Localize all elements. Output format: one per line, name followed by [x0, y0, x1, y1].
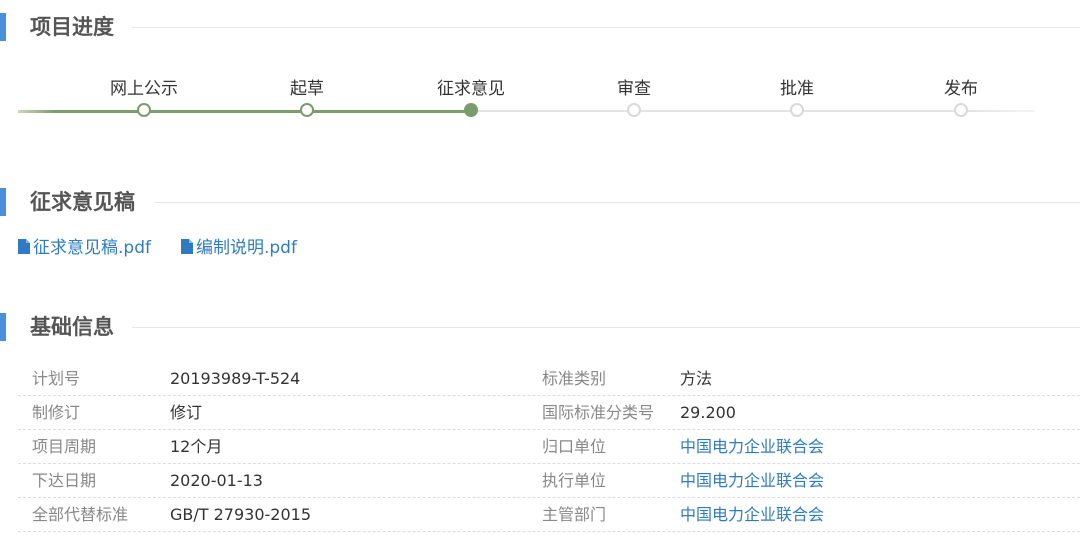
info-field-value: 方法: [680, 369, 713, 388]
progress-step: 审查: [574, 68, 694, 128]
info-row: 下达日期 2020-01-13 执行单位 中国电力企业联合会: [18, 464, 1080, 498]
section-divider: [132, 27, 1080, 28]
info-field-value: 2020-01-13: [170, 471, 263, 490]
progress-tracker: 网上公示 起草 征求意见 审查 批准 发布: [0, 68, 1080, 128]
file-name: 编制说明.pdf: [195, 238, 297, 258]
info-field-label: 制修订: [32, 403, 81, 422]
info-field-label: 下达日期: [32, 471, 97, 490]
progress-step-label: 发布: [944, 79, 978, 99]
info-field-label: 标准类别: [542, 369, 607, 388]
file-link[interactable]: 征求意见稿.pdf: [18, 236, 151, 260]
progress-step: 起草: [247, 68, 367, 128]
section-header-draft: 征求意见稿: [0, 187, 1080, 217]
info-field-label: 计划号: [32, 369, 81, 388]
info-field-link[interactable]: 中国电力企业联合会: [680, 498, 824, 531]
info-field-label: 主管部门: [542, 505, 607, 524]
section-accent-bar: [0, 313, 6, 341]
progress-step-label: 批准: [780, 79, 814, 99]
progress-step: 网上公示: [84, 68, 204, 128]
info-field-label: 全部代替标准: [32, 505, 129, 524]
info-row: 计划号 20193989-T-524 标准类别 方法: [18, 362, 1080, 396]
file-icon: [180, 239, 193, 254]
section-title-progress: 项目进度: [30, 15, 114, 39]
progress-step: 批准: [737, 68, 857, 128]
info-field-label: 归口单位: [542, 437, 607, 456]
basic-info-table: 计划号 20193989-T-524 标准类别 方法制修订 修订 国际标准分类号 29.20…: [18, 362, 1080, 532]
info-field-link[interactable]: 中国电力企业联合会: [680, 430, 824, 463]
section-header-progress: 项目进度: [0, 12, 1080, 42]
file-icon: [18, 239, 30, 254]
progress-step-label: 网上公示: [110, 79, 178, 99]
progress-step-label: 审查: [617, 79, 651, 99]
progress-step-dot: [137, 103, 151, 117]
progress-step: 征求意见: [411, 68, 531, 128]
progress-step-label: 起草: [290, 79, 324, 99]
info-field-label: 执行单位: [542, 471, 607, 490]
info-row: 项目周期 12个月 归口单位 中国电力企业联合会: [18, 430, 1080, 464]
progress-step-label: 征求意见: [437, 79, 505, 99]
info-field-value: 20193989-T-524: [170, 369, 301, 388]
section-title-draft: 征求意见稿: [30, 190, 135, 214]
info-field-value: 29.200: [680, 403, 736, 422]
section-header-basic: 基础信息: [0, 312, 1080, 342]
info-field-link[interactable]: 中国电力企业联合会: [680, 464, 824, 497]
section-accent-bar: [0, 13, 6, 41]
info-row: 全部代替标准 GB/T 27930-2015 主管部门 中国电力企业联合会: [18, 498, 1080, 532]
info-field-label: 国际标准分类号: [542, 403, 655, 422]
info-row: 制修订 修订 国际标准分类号 29.200: [18, 396, 1080, 430]
section-accent-bar: [0, 188, 6, 216]
progress-step-dot: [627, 103, 641, 117]
info-field-label: 项目周期: [32, 437, 97, 456]
file-list: 征求意见稿.pdf 编制说明.pdf: [18, 236, 327, 260]
info-field-value: 修订: [170, 403, 203, 422]
progress-step: 发布: [901, 68, 1021, 128]
section-divider: [155, 202, 1080, 203]
file-link[interactable]: 编制说明.pdf: [180, 236, 297, 260]
section-title-basic: 基础信息: [30, 315, 114, 339]
file-name: 征求意见稿.pdf: [33, 238, 151, 258]
progress-step-dot: [790, 103, 804, 117]
progress-step-dot: [954, 103, 968, 117]
progress-step-dot: [300, 103, 314, 117]
info-field-value: GB/T 27930-2015: [170, 505, 312, 524]
section-divider: [132, 327, 1080, 328]
info-field-value: 12个月: [170, 437, 223, 456]
progress-step-dot: [464, 103, 478, 117]
